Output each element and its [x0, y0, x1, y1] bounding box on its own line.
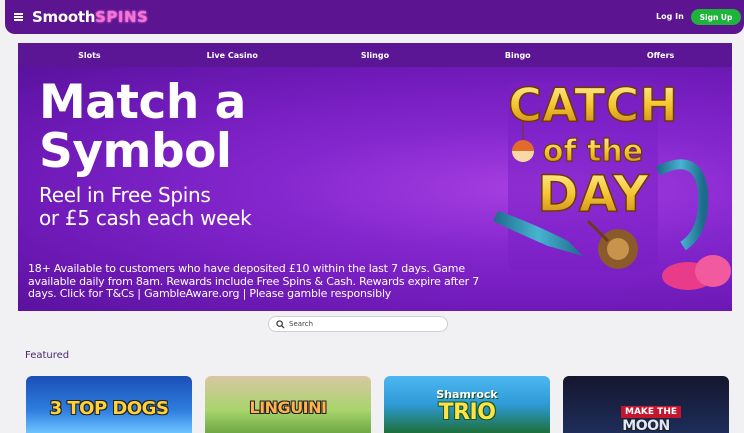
- game-card-linguini[interactable]: LINGUINI: [205, 376, 371, 433]
- featured-section-title: Featured: [25, 350, 70, 361]
- art-text-of-the: of the: [543, 134, 643, 169]
- main-nav: Slots Live Casino Slingo Bingo Offers: [18, 43, 732, 67]
- sub-line-2: or £5 cash each week: [39, 206, 252, 230]
- search-input[interactable]: [289, 318, 439, 330]
- logo-text-main: Smooth: [32, 8, 96, 26]
- catch-of-the-day-art: CATCH of the DAY: [493, 77, 731, 290]
- banner-subheadline: Reel in Free Spins or £5 cash each week: [39, 183, 252, 230]
- fishing-reel-hub: [607, 238, 629, 260]
- banner-headline: Match a Symbol: [39, 78, 246, 176]
- nav-item-live-casino[interactable]: Live Casino: [161, 43, 304, 67]
- logo-text-accent: SPINS: [95, 8, 149, 26]
- coral-decoration: [695, 255, 731, 287]
- terms-line-3: days. Click for T&Cs | GambleAware.org |…: [28, 287, 392, 300]
- search-bar[interactable]: [268, 316, 448, 332]
- headline-line-2: Symbol: [39, 124, 232, 179]
- login-button[interactable]: Log In: [656, 12, 684, 21]
- nav-item-offers[interactable]: Offers: [589, 43, 732, 67]
- top-header: SmoothSPINS Log In Sign Up: [5, 0, 744, 34]
- art-text-catch: CATCH: [508, 78, 677, 132]
- terms-line-1: 18+ Available to customers who have depo…: [28, 262, 465, 275]
- search-icon: [276, 320, 285, 329]
- game-brand: MAKE THE: [621, 406, 681, 418]
- nav-item-slingo[interactable]: Slingo: [304, 43, 447, 67]
- signup-button[interactable]: Sign Up: [691, 9, 741, 25]
- game-card-3-top-dogs[interactable]: 3 TOP DOGS: [26, 376, 192, 433]
- game-title: MOON: [622, 418, 670, 433]
- sub-line-1: Reel in Free Spins: [39, 183, 211, 207]
- headline-line-1: Match a: [39, 75, 246, 130]
- game-title: 3 TOP DOGS: [49, 398, 169, 419]
- game-title: TRIO: [438, 400, 496, 425]
- menu-icon[interactable]: [14, 13, 23, 21]
- fishing-rod: [655, 159, 709, 251]
- nav-item-bingo[interactable]: Bingo: [446, 43, 589, 67]
- nav-item-slots[interactable]: Slots: [18, 43, 161, 67]
- game-title: LINGUINI: [249, 398, 327, 417]
- art-text-day: DAY: [537, 165, 649, 223]
- banner-terms[interactable]: 18+ Available to customers who have depo…: [28, 262, 538, 301]
- game-card-shamrock-trio[interactable]: Shamrock TRIO: [384, 376, 550, 433]
- site-logo[interactable]: SmoothSPINS: [32, 8, 148, 26]
- promo-banner[interactable]: Match a Symbol Reel in Free Spins or £5 …: [18, 67, 732, 311]
- game-card-make-the-moon[interactable]: MAKE THE MOON: [563, 376, 729, 433]
